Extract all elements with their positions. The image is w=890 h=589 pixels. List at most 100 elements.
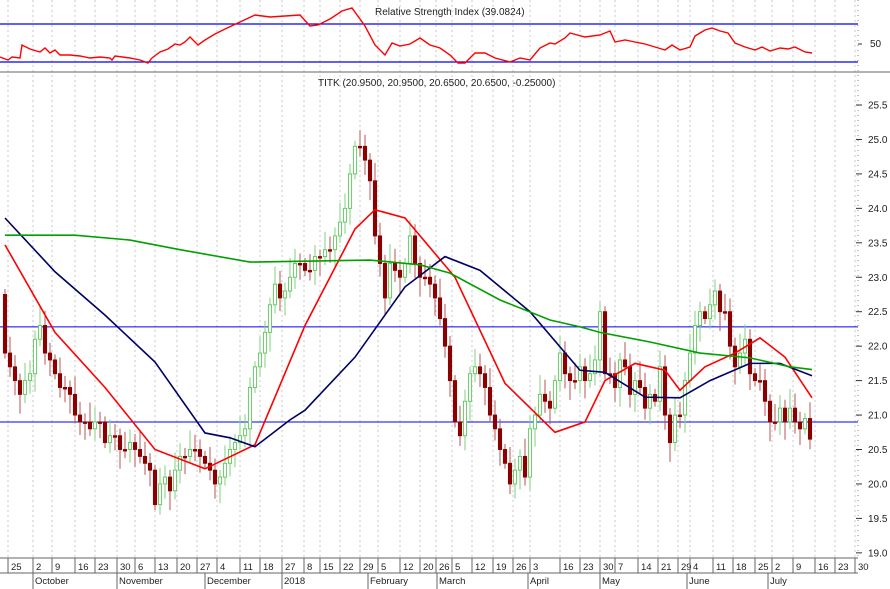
- candle-body: [77, 414, 83, 423]
- candle-body: [497, 428, 503, 450]
- candle-body: [92, 421, 98, 430]
- candle-body: [722, 311, 728, 314]
- candle-body: [797, 421, 803, 430]
- candle-body: [687, 352, 693, 382]
- candle-body: [562, 352, 568, 375]
- candle-body: [262, 331, 268, 354]
- candle-body: [662, 366, 668, 416]
- date-tick-label: 27: [200, 562, 211, 573]
- candle-body: [202, 455, 208, 464]
- candle-body: [462, 400, 468, 437]
- date-tick-label: 21: [661, 562, 672, 573]
- date-tick-label: 30: [858, 562, 869, 573]
- price-tick-label: 19.5: [868, 514, 888, 525]
- price-tick-label: 22.5: [868, 307, 888, 318]
- candle-body: [717, 290, 723, 313]
- date-tick-label: 29: [363, 562, 374, 573]
- price-tick-label: 22.0: [868, 342, 888, 353]
- candle-body: [292, 263, 298, 278]
- candle-body: [137, 449, 143, 457]
- candle-body: [757, 380, 763, 383]
- date-tick-label: 15: [323, 562, 334, 573]
- candle-body: [52, 359, 58, 375]
- candle-body: [537, 393, 543, 416]
- candle-body: [772, 421, 778, 424]
- price-tick-label: 25.0: [868, 135, 888, 146]
- candle-body: [602, 311, 608, 375]
- candle-body: [402, 263, 408, 278]
- candle-body: [217, 476, 223, 485]
- candle-body: [132, 442, 138, 450]
- candle-body: [37, 325, 43, 340]
- candle-body: [87, 421, 93, 430]
- candle-body: [767, 400, 773, 423]
- date-tick-label: 2: [775, 562, 780, 573]
- candle-body: [222, 462, 228, 478]
- candle-body: [42, 325, 48, 354]
- candle-body: [787, 407, 793, 423]
- candle-body: [567, 373, 573, 382]
- date-tick-label: 18: [263, 562, 274, 573]
- candle-body: [142, 455, 148, 464]
- candle-body: [477, 366, 483, 375]
- candle-body: [447, 345, 453, 382]
- candle-body: [17, 380, 23, 395]
- candle-body: [127, 442, 133, 450]
- rsi-title: Relative Strength Index (39.0824): [375, 7, 525, 18]
- date-tick-label: 20: [423, 562, 434, 573]
- date-tick-label: 4: [693, 562, 698, 573]
- price-tick-label: 21.0: [868, 411, 888, 422]
- month-label: June: [689, 576, 710, 587]
- date-tick-label: 11: [716, 562, 726, 573]
- candle-body: [552, 380, 558, 409]
- candle-body: [67, 387, 73, 395]
- candle-body: [197, 449, 203, 457]
- candle-body: [82, 421, 88, 424]
- month-label: October: [35, 576, 69, 587]
- candle-body: [2, 294, 8, 354]
- candle-body: [622, 359, 628, 368]
- candle-body: [782, 407, 788, 423]
- date-tick-label: 26: [516, 562, 527, 573]
- date-tick-label: 23: [98, 562, 109, 573]
- month-label: December: [207, 576, 251, 587]
- price-tick-label: 23.5: [868, 238, 888, 249]
- candle-body: [727, 311, 733, 347]
- candle-body: [267, 304, 273, 333]
- price-tick-label: 20.5: [868, 445, 888, 456]
- candle-body: [437, 297, 443, 320]
- candle-body: [27, 373, 33, 382]
- date-tick-label: 30: [603, 562, 614, 573]
- date-tick-label: 26: [439, 562, 450, 573]
- candle-body: [532, 414, 538, 430]
- candle-body: [147, 462, 153, 471]
- month-label: November: [119, 576, 163, 587]
- candle-body: [547, 400, 553, 409]
- candle-body: [617, 359, 623, 388]
- candle-body: [597, 311, 603, 361]
- candle-body: [487, 387, 493, 416]
- candle-body: [162, 476, 168, 485]
- candle-body: [572, 380, 578, 383]
- candle-body: [702, 311, 708, 320]
- month-label: May: [602, 576, 620, 587]
- candle-body: [407, 235, 413, 264]
- date-tick-label: 8: [307, 562, 312, 573]
- date-tick-label: 23: [838, 562, 849, 573]
- date-tick-label: 19: [496, 562, 507, 573]
- candle-body: [12, 366, 18, 382]
- candle-body: [792, 407, 798, 423]
- candle-body: [322, 249, 328, 258]
- candle-body: [152, 469, 158, 506]
- candle-body: [102, 421, 108, 444]
- candle-body: [712, 290, 718, 306]
- candle-body: [367, 159, 373, 182]
- price-tick-label: 25.5: [868, 101, 888, 112]
- candle-body: [587, 373, 593, 382]
- candle-body: [637, 380, 643, 388]
- stock-chart: Relative Strength Index (39.0824) 50 TIT…: [0, 0, 890, 589]
- date-tick-label: 13: [158, 562, 169, 573]
- candle-body: [117, 435, 123, 450]
- date-tick-label: 30: [120, 562, 131, 573]
- candle-body: [557, 352, 563, 382]
